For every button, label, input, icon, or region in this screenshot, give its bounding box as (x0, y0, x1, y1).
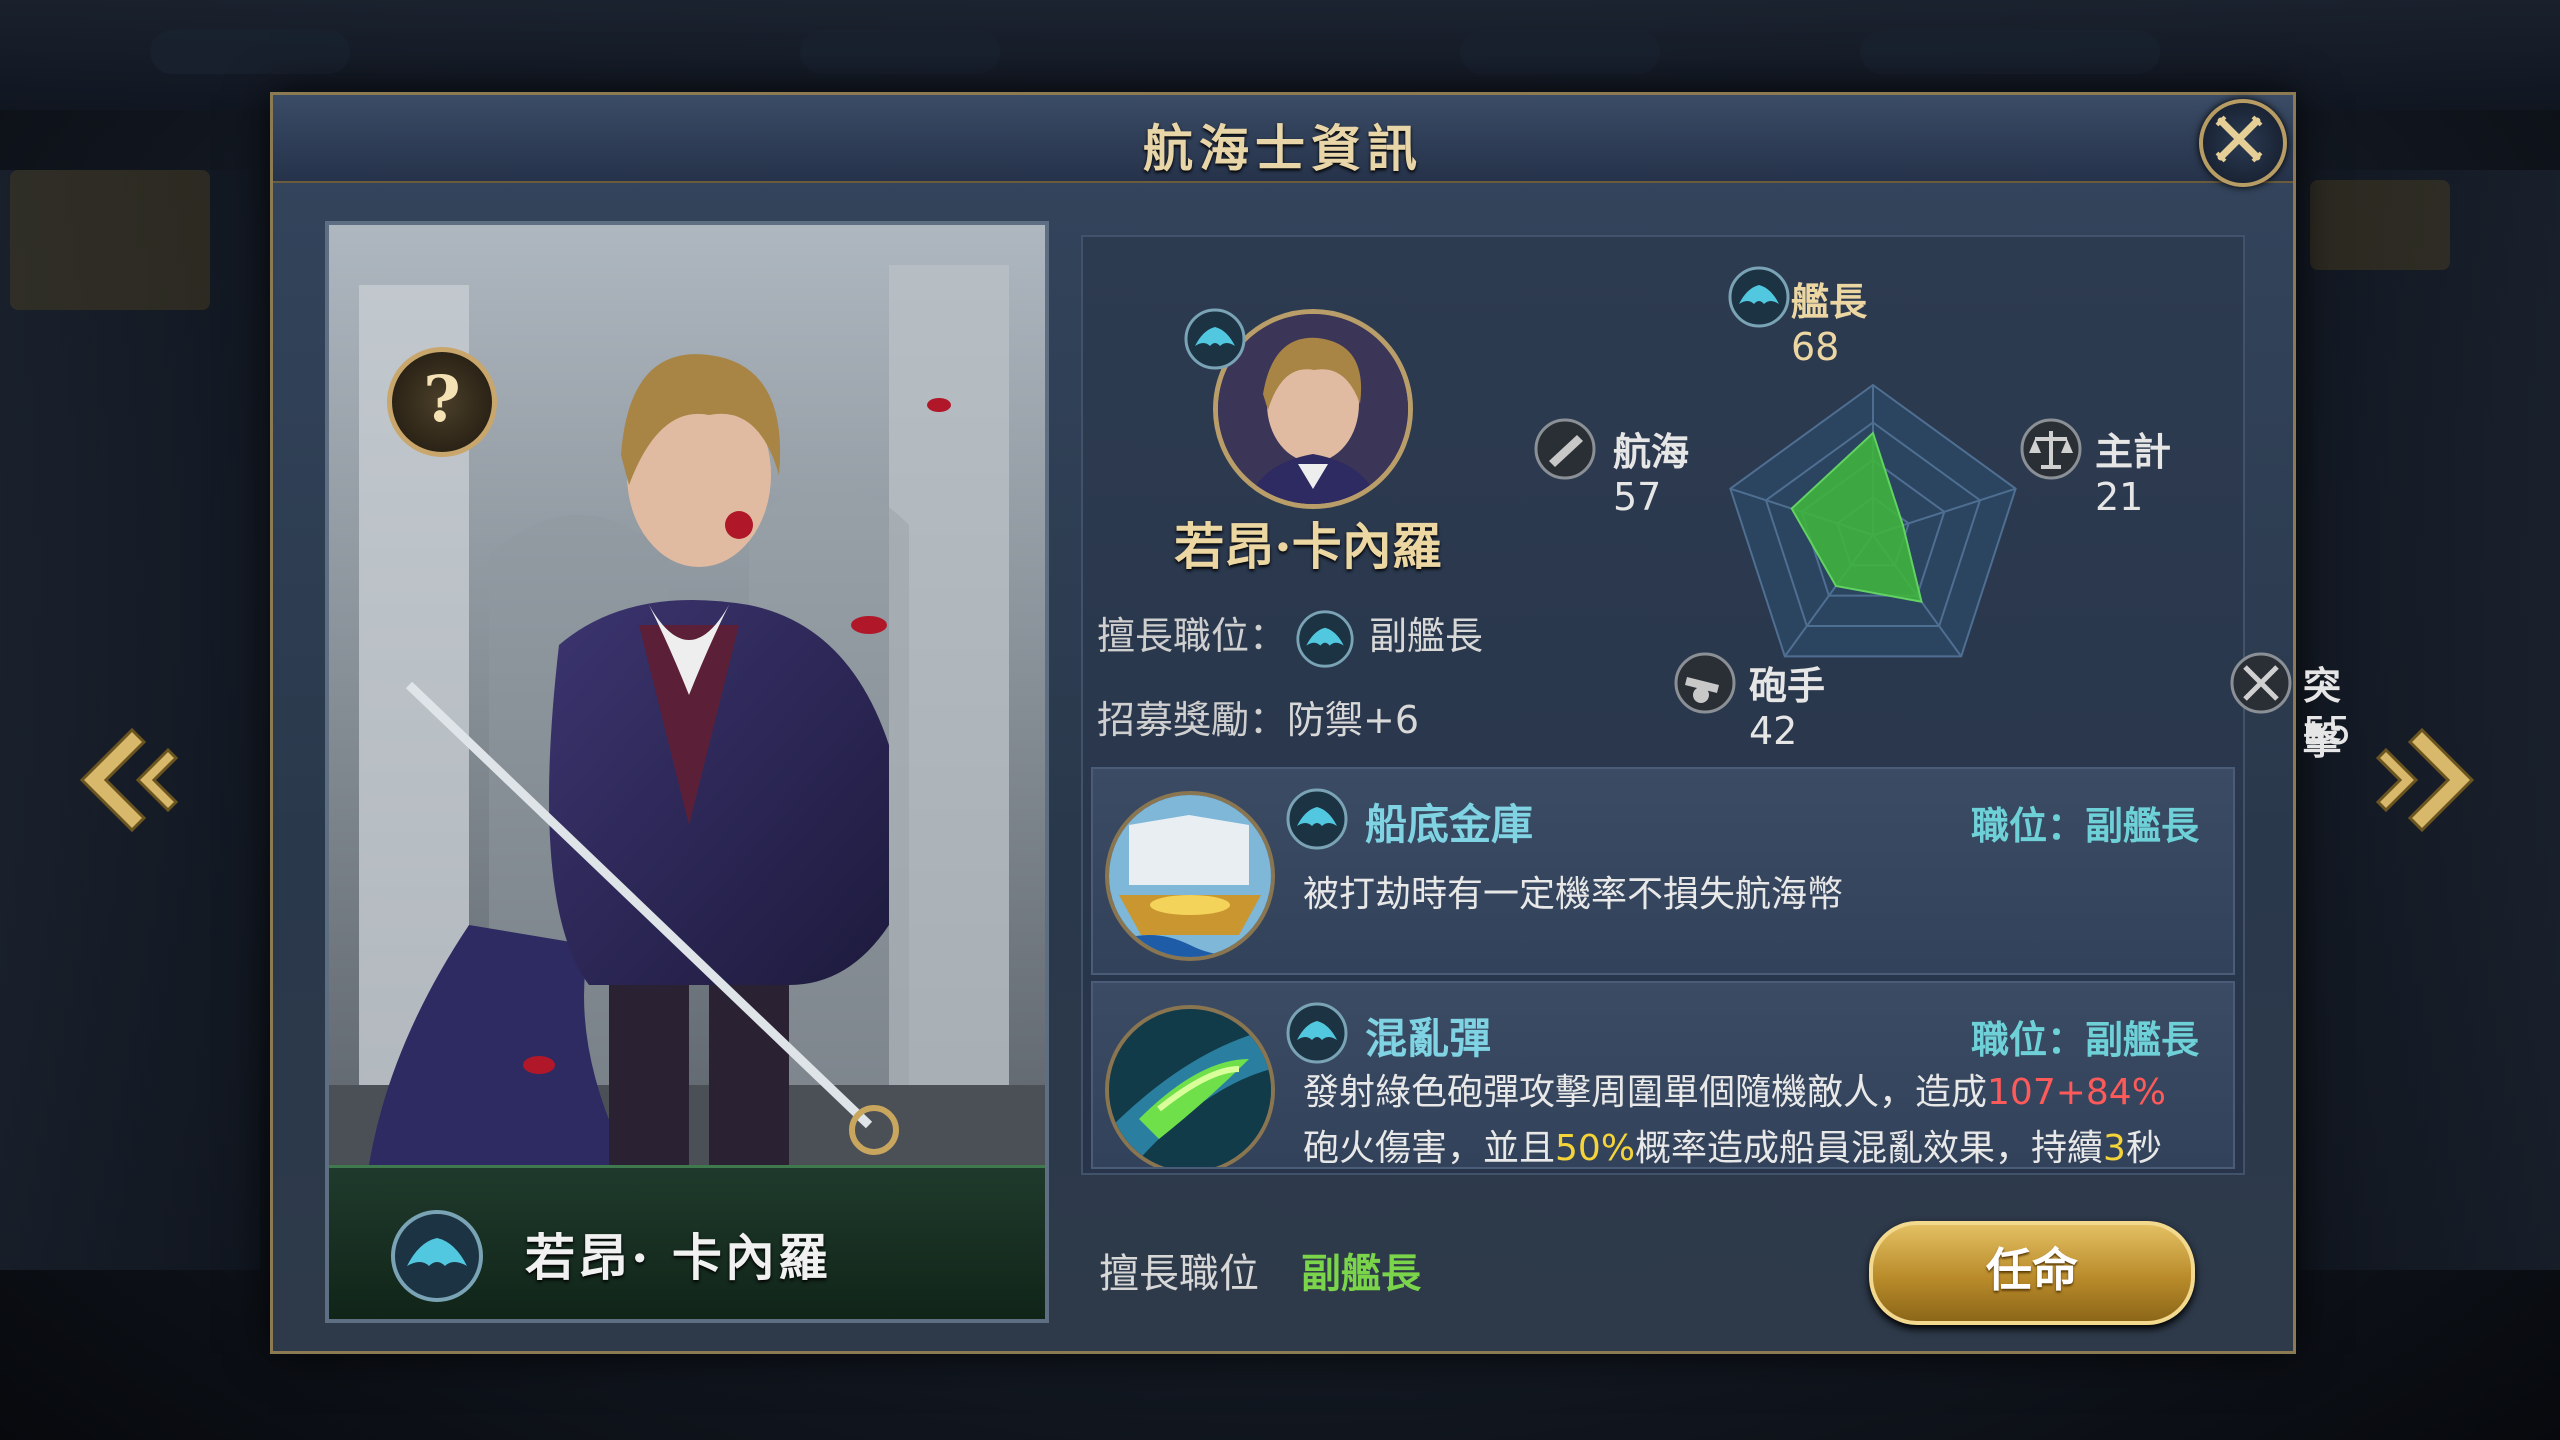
close-icon (2215, 115, 2263, 163)
skill-card[interactable]: 船底金庫 職位：副艦長 被打劫時有一定機率不損失航海幣 (1091, 767, 2235, 975)
background-resource (1860, 30, 2160, 74)
character-name: 若昂·卡內羅 (1174, 517, 1442, 576)
recruit-bonus-value: 防禦+6 (1287, 698, 1420, 742)
character-portrait-card: ? 若昂· 卡內羅 (325, 221, 1049, 1323)
info-panel: 若昂·卡內羅 擅長職位： 副艦長 招募獎勵：防禦+6 艦長 68 航海 57 主… (1081, 235, 2351, 1175)
treasure-ship-icon (1109, 795, 1271, 957)
background-resource (150, 30, 350, 74)
footer-role-label: 擅長職位 (1099, 1251, 1259, 1297)
stat-value: 42 (1749, 709, 1798, 753)
prev-arrow-button[interactable] (72, 720, 182, 840)
vice-captain-icon (1286, 1002, 1348, 1064)
stat-name: 艦長 (1791, 280, 1868, 324)
skill-role: 職位：副艦長 (1970, 1018, 2199, 1062)
stat-name: 航海 (1613, 430, 1690, 474)
character-name-plate: 若昂· 卡內羅 (329, 1165, 1045, 1319)
stats-radar-chart (1729, 383, 2017, 658)
chevron-left-icon (79, 727, 179, 833)
stat-name: 主計 (2095, 430, 2172, 474)
desc-highlight: 50% (1555, 1128, 1636, 1169)
stat-purser: 主計 21 (2020, 418, 2172, 519)
character-plate-name: 若昂· 卡內羅 (525, 1228, 831, 1287)
background-resource (1460, 30, 1660, 74)
skill-image-treasure-ship (1105, 791, 1275, 961)
recruit-bonus-row: 招募獎勵：防禦+6 (1097, 689, 1419, 744)
desc-text: 概率造成船員混亂效果，持續 (1635, 1128, 2104, 1169)
green-shell-icon (1109, 1009, 1271, 1167)
desc-highlight: 107+84% (1987, 1072, 2166, 1113)
stat-value: 57 (1613, 475, 1662, 519)
next-arrow-button[interactable] (2372, 720, 2482, 840)
skill-description-line: 砲火傷害，並且50%概率造成船員混亂效果，持續3秒 (1303, 1121, 2223, 1169)
desc-text: 秒 (2125, 1128, 2162, 1169)
scales-icon (2020, 418, 2082, 480)
stat-navigation: 航海 57 (1534, 418, 1690, 519)
stat-value: 68 (1791, 325, 1840, 369)
vice-captain-icon (1296, 609, 1354, 668)
vice-captain-icon (1184, 308, 1246, 370)
skill-description: 發射綠色砲彈攻擊周圍單個隨機敵人，造成107+84% 砲火傷害，並且50%概率造… (1303, 1065, 2223, 1169)
preferred-role-label: 擅長職位： (1097, 614, 1288, 658)
preferred-role-row: 擅長職位： 副艦長 (1097, 605, 1483, 669)
spyglass-icon (1534, 418, 1596, 480)
preferred-role-value: 副艦長 (1369, 614, 1484, 658)
background-tab (2310, 180, 2450, 270)
stat-gunner: 砲手 42 (1674, 652, 1826, 753)
stat-value: 21 (2095, 475, 2144, 519)
appoint-button[interactable]: 任命 (1869, 1221, 2195, 1325)
stat-captain: 艦長 68 (1728, 266, 1868, 369)
desc-text: 砲火傷害，並且 (1303, 1128, 1556, 1169)
footer-role-value: 副艦長 (1301, 1251, 1421, 1297)
desc-highlight: 3 (2103, 1128, 2126, 1169)
vice-captain-icon (391, 1210, 483, 1302)
background-tab (10, 170, 210, 310)
skill-name: 混亂彈 (1365, 1014, 1492, 1063)
skill-image-chaos-shell (1105, 1005, 1275, 1167)
stat-value: 55 (2303, 709, 2352, 753)
captain-ship-icon (1728, 266, 1790, 328)
chevron-right-icon (2375, 727, 2475, 833)
skill-name: 船底金庫 (1365, 800, 1534, 849)
skill-role: 職位：副艦長 (1970, 804, 2199, 848)
vice-captain-icon (1286, 788, 1348, 850)
crossed-swords-icon (2230, 652, 2292, 714)
stat-assault: 突擊 55 (2230, 652, 2351, 765)
help-button[interactable]: ? (387, 347, 497, 457)
skill-card[interactable]: 混亂彈 職位：副艦長 發射綠色砲彈攻擊周圍單個隨機敵人，造成107+84% 砲火… (1091, 981, 2235, 1169)
dialog-title: 航海士資訊 (1143, 119, 1423, 178)
skill-description-line: 發射綠色砲彈攻擊周圍單個隨機敵人，造成107+84% (1303, 1065, 2223, 1121)
stat-name: 砲手 (1749, 664, 1826, 708)
background-resource (800, 30, 1000, 74)
desc-text: 發射綠色砲彈攻擊周圍單個隨機敵人，造成 (1303, 1072, 1988, 1113)
skill-description: 被打劫時有一定機率不損失航海幣 (1303, 874, 1844, 915)
close-button[interactable] (2199, 99, 2287, 187)
cannon-icon (1674, 652, 1736, 714)
sailor-info-dialog: 航海士資訊 ? 若昂· 卡內羅 若昂·卡內羅 擅長職位： 副艦長 招募獎勵：防禦… (270, 92, 2351, 1354)
recruit-bonus-label: 招募獎勵： (1097, 698, 1288, 742)
